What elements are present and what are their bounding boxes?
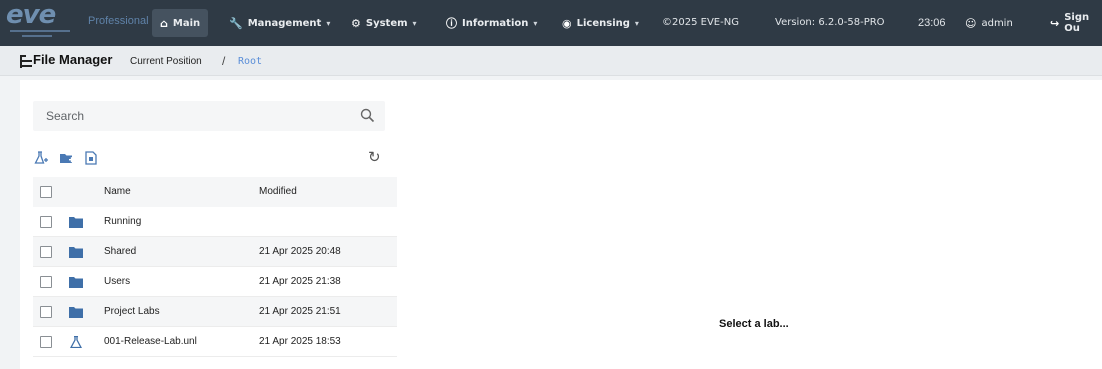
select-all-checkbox[interactable] — [40, 186, 52, 198]
wrench-icon: 🔧 — [229, 16, 243, 30]
nav-main[interactable]: ⌂ Main — [152, 9, 209, 37]
table-row[interactable]: Running — [33, 207, 397, 237]
current-position-label: Current Position — [130, 56, 202, 67]
left-gutter — [0, 76, 20, 369]
add-lab-icon[interactable] — [34, 151, 48, 165]
sign-out-label: Sign Ou — [1064, 12, 1090, 34]
folder-icon — [69, 247, 83, 258]
column-header-modified[interactable]: Modified — [259, 186, 297, 197]
clock-text: 23:06 — [918, 17, 946, 29]
sign-out-button[interactable]: ↪ Sign Ou — [1050, 9, 1102, 37]
nav-information-label: Information — [462, 17, 529, 29]
sign-out-icon: ↪ — [1050, 16, 1060, 30]
nav-licensing[interactable]: ◉ Licensing ▾ — [562, 9, 639, 37]
chevron-down-icon: ▾ — [412, 18, 417, 28]
row-name: Project Labs — [104, 306, 160, 317]
row-modified: 21 Apr 2025 18:53 — [259, 336, 341, 347]
chevron-down-icon: ▾ — [634, 18, 639, 28]
nav-management[interactable]: 🔧 Management ▾ — [229, 9, 330, 37]
folder-icon — [69, 277, 83, 288]
copyright-text: ©2025 EVE-NG — [662, 17, 739, 28]
table-row[interactable]: Users 21 Apr 2025 21:38 — [33, 267, 397, 297]
breadcrumb-root-link[interactable]: Root — [238, 56, 262, 67]
home-icon: ⌂ — [160, 16, 168, 30]
row-name: Running — [104, 216, 142, 227]
nav-information[interactable]: ⓘ Information ▾ — [446, 9, 537, 37]
table-header: Name Modified — [33, 177, 397, 207]
version-text: Version: 6.2.0-58-PRO — [775, 17, 885, 28]
nav-licensing-label: Licensing — [576, 17, 630, 29]
row-modified: 21 Apr 2025 20:48 — [259, 246, 341, 257]
column-header-name[interactable]: Name — [104, 186, 131, 197]
row-checkbox[interactable] — [40, 306, 52, 318]
nav-system-label: System — [365, 17, 408, 29]
user-menu[interactable]: ☺ admin — [965, 9, 1013, 37]
row-checkbox[interactable] — [40, 336, 52, 348]
license-icon: ◉ — [562, 16, 572, 30]
nav-management-label: Management — [247, 17, 322, 29]
row-checkbox[interactable] — [40, 246, 52, 258]
page-title: File Manager — [33, 52, 113, 67]
user-name: admin — [981, 17, 1013, 29]
breadcrumb: File Manager Current Position / Root — [0, 46, 1102, 76]
chevron-down-icon: ▾ — [326, 18, 331, 28]
edition-label: Professional — [88, 15, 149, 27]
search-icon[interactable] — [360, 108, 375, 123]
add-folder-icon[interactable] — [60, 151, 74, 165]
row-name: Users — [104, 276, 131, 287]
user-icon: ☺ — [965, 16, 977, 30]
row-checkbox[interactable] — [40, 276, 52, 288]
breadcrumb-separator: / — [222, 54, 226, 68]
nav-system[interactable]: ⚙ System ▾ — [351, 9, 417, 37]
row-checkbox[interactable] — [40, 216, 52, 228]
folder-icon — [69, 217, 83, 228]
top-navbar: eve Professional ⌂ Main 🔧 Management ▾ ⚙… — [0, 0, 1102, 46]
folder-icon — [69, 307, 83, 318]
lab-preview-placeholder: Select a lab... — [719, 318, 789, 330]
table-row[interactable]: 001-Release-Lab.unl 21 Apr 2025 18:53 — [33, 327, 397, 357]
table-row[interactable]: Shared 21 Apr 2025 20:48 — [33, 237, 397, 267]
logo-text: eve — [6, 0, 56, 30]
search-placeholder: Search — [46, 109, 85, 123]
row-name: Shared — [104, 246, 137, 257]
nav-main-label: Main — [172, 17, 201, 29]
search-input[interactable]: Search — [33, 101, 385, 131]
row-name: 001-Release-Lab.unl — [104, 336, 197, 347]
file-tree-icon — [20, 55, 32, 68]
row-modified: 21 Apr 2025 21:51 — [259, 306, 341, 317]
logo-underline — [10, 30, 70, 32]
lab-flask-icon — [69, 336, 83, 348]
chevron-down-icon: ▾ — [533, 18, 538, 28]
row-modified: 21 Apr 2025 21:38 — [259, 276, 341, 287]
eve-logo[interactable]: eve — [4, 0, 78, 41]
file-table: Name Modified Running Shared 21 Apr 2025… — [33, 177, 397, 357]
refresh-icon[interactable]: ↻ — [368, 148, 381, 166]
import-icon[interactable] — [84, 151, 98, 165]
table-row[interactable]: Project Labs 21 Apr 2025 21:51 — [33, 297, 397, 327]
gear-icon: ⚙ — [351, 16, 361, 30]
logo-underline-2 — [22, 35, 52, 37]
info-icon: ⓘ — [446, 17, 457, 30]
